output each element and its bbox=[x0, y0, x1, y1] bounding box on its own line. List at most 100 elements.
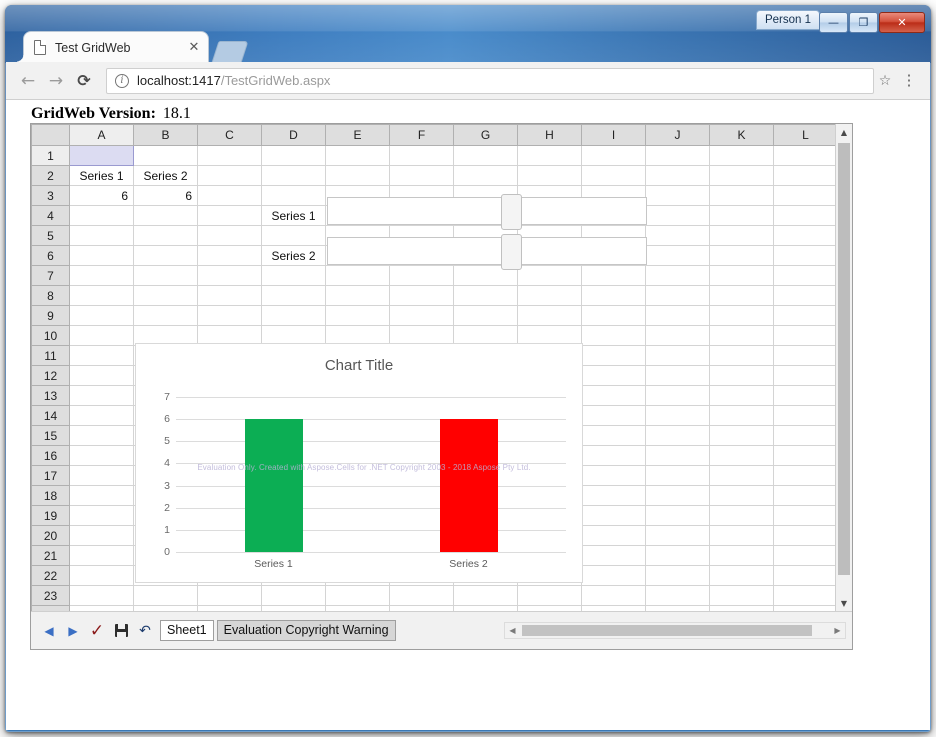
cell-l5[interactable] bbox=[773, 225, 838, 246]
cell-c4[interactable] bbox=[197, 205, 262, 226]
sheet-tab-evaluation-copyright-warning[interactable]: Evaluation Copyright Warning bbox=[216, 620, 396, 641]
cell-l19[interactable] bbox=[773, 505, 838, 526]
bookmark-star-icon[interactable]: ☆ bbox=[874, 73, 896, 89]
cell-j14[interactable] bbox=[645, 405, 710, 426]
cell-g8[interactable] bbox=[453, 285, 518, 306]
grid-select-all-corner[interactable] bbox=[31, 124, 70, 146]
cell-c6[interactable] bbox=[197, 245, 262, 266]
cell-k12[interactable] bbox=[709, 365, 774, 386]
row-header-7[interactable]: 7 bbox=[31, 265, 70, 286]
scroll-right-icon[interactable]: ▶ bbox=[830, 623, 845, 638]
cell-i10[interactable] bbox=[581, 325, 646, 346]
row-header-15[interactable]: 15 bbox=[31, 425, 70, 446]
cell-l2[interactable] bbox=[773, 165, 838, 186]
column-header-h[interactable]: H bbox=[517, 124, 582, 146]
cell-l18[interactable] bbox=[773, 485, 838, 506]
cell-i2[interactable] bbox=[581, 165, 646, 186]
cell-k14[interactable] bbox=[709, 405, 774, 426]
cell-b23[interactable] bbox=[133, 585, 198, 606]
cell-a18[interactable] bbox=[69, 485, 134, 506]
cell-b1[interactable] bbox=[133, 145, 198, 166]
cell-l9[interactable] bbox=[773, 305, 838, 326]
cell-j11[interactable] bbox=[645, 345, 710, 366]
embedded-bar-chart[interactable]: Chart Title 0 1 2 3 4 5 6 7 Series 1 Series 2 Eva… bbox=[135, 343, 583, 583]
save-button[interactable] bbox=[109, 619, 133, 643]
cell-k15[interactable] bbox=[709, 425, 774, 446]
cell-b5[interactable] bbox=[133, 225, 198, 246]
cell-k19[interactable] bbox=[709, 505, 774, 526]
cell-e2[interactable] bbox=[325, 165, 390, 186]
cell-g1[interactable] bbox=[453, 145, 518, 166]
cell-l12[interactable] bbox=[773, 365, 838, 386]
cell-l4[interactable] bbox=[773, 205, 838, 226]
cell-l16[interactable] bbox=[773, 445, 838, 466]
cell-j20[interactable] bbox=[645, 525, 710, 546]
cell-l20[interactable] bbox=[773, 525, 838, 546]
row-header-3[interactable]: 3 bbox=[31, 185, 70, 206]
row-header-11[interactable]: 11 bbox=[31, 345, 70, 366]
cell-a20[interactable] bbox=[69, 525, 134, 546]
next-sheet-button[interactable]: ▶ bbox=[61, 619, 85, 643]
cell-c1[interactable] bbox=[197, 145, 262, 166]
cell-j7[interactable] bbox=[645, 265, 710, 286]
cell-i11[interactable] bbox=[581, 345, 646, 366]
grid-horizontal-scrollbar[interactable]: ◀ ▶ bbox=[504, 622, 846, 639]
column-header-c[interactable]: C bbox=[197, 124, 262, 146]
column-header-i[interactable]: I bbox=[581, 124, 646, 146]
cell-a6[interactable] bbox=[69, 245, 134, 266]
cell-i7[interactable] bbox=[581, 265, 646, 286]
cell-l17[interactable] bbox=[773, 465, 838, 486]
row-header-10[interactable]: 10 bbox=[31, 325, 70, 346]
cell-l8[interactable] bbox=[773, 285, 838, 306]
cell-h7[interactable] bbox=[517, 265, 582, 286]
tab-test-gridweb[interactable]: Test GridWeb ✕ bbox=[15, 31, 209, 63]
row-header-13[interactable]: 13 bbox=[31, 385, 70, 406]
cell-e23[interactable] bbox=[325, 585, 390, 606]
cell-h9[interactable] bbox=[517, 305, 582, 326]
column-header-f[interactable]: F bbox=[389, 124, 454, 146]
cell-h1[interactable] bbox=[517, 145, 582, 166]
cell-d5[interactable] bbox=[261, 225, 326, 246]
cell-c9[interactable] bbox=[197, 305, 262, 326]
cell-j3[interactable] bbox=[645, 185, 710, 206]
cell-j10[interactable] bbox=[645, 325, 710, 346]
cell-k18[interactable] bbox=[709, 485, 774, 506]
cell-d23[interactable] bbox=[261, 585, 326, 606]
cell-a16[interactable] bbox=[69, 445, 134, 466]
cell-l21[interactable] bbox=[773, 545, 838, 566]
cell-k3[interactable] bbox=[709, 185, 774, 206]
tab-close-icon[interactable]: ✕ bbox=[186, 40, 202, 56]
cell-c2[interactable] bbox=[197, 165, 262, 186]
cell-k10[interactable] bbox=[709, 325, 774, 346]
row-header-18[interactable]: 18 bbox=[31, 485, 70, 506]
cell-a11[interactable] bbox=[69, 345, 134, 366]
row-header-14[interactable]: 14 bbox=[31, 405, 70, 426]
cell-h8[interactable] bbox=[517, 285, 582, 306]
cell-a21[interactable] bbox=[69, 545, 134, 566]
cell-j18[interactable] bbox=[645, 485, 710, 506]
cell-c5[interactable] bbox=[197, 225, 262, 246]
row-header-16[interactable]: 16 bbox=[31, 445, 70, 466]
series-1-slider[interactable] bbox=[327, 194, 647, 230]
cell-e1[interactable] bbox=[325, 145, 390, 166]
cell-c3[interactable] bbox=[197, 185, 262, 206]
row-header-19[interactable]: 19 bbox=[31, 505, 70, 526]
cell-a4[interactable] bbox=[69, 205, 134, 226]
cell-k23[interactable] bbox=[709, 585, 774, 606]
column-header-d[interactable]: D bbox=[261, 124, 326, 146]
chrome-menu-icon[interactable]: ⋮ bbox=[896, 73, 922, 88]
cell-d3[interactable] bbox=[261, 185, 326, 206]
row-header-9[interactable]: 9 bbox=[31, 305, 70, 326]
column-header-g[interactable]: G bbox=[453, 124, 518, 146]
cell-l6[interactable] bbox=[773, 245, 838, 266]
cell-b3[interactable]: 6 bbox=[133, 185, 198, 206]
reload-button[interactable]: ⟳ bbox=[70, 67, 98, 95]
cell-k1[interactable] bbox=[709, 145, 774, 166]
row-header-5[interactable]: 5 bbox=[31, 225, 70, 246]
cell-a3[interactable]: 6 bbox=[69, 185, 134, 206]
cell-i20[interactable] bbox=[581, 525, 646, 546]
cell-g9[interactable] bbox=[453, 305, 518, 326]
cell-a22[interactable] bbox=[69, 565, 134, 586]
cell-a15[interactable] bbox=[69, 425, 134, 446]
cell-k8[interactable] bbox=[709, 285, 774, 306]
